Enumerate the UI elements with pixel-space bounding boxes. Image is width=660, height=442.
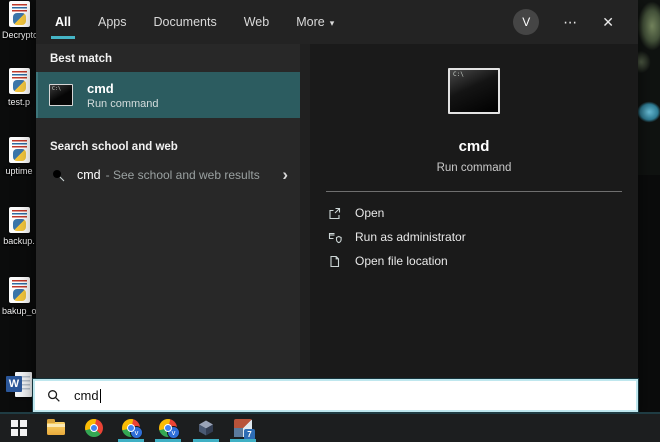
action-open[interactable]: Open [310, 201, 638, 225]
web-search-result[interactable]: cmd - See school and web results › [36, 160, 300, 190]
cmd-terminal-icon: C:\ [49, 84, 73, 106]
chrome-icon: v [159, 419, 180, 439]
preview-app-title: cmd [458, 138, 490, 155]
search-input[interactable]: cmd [32, 378, 639, 413]
taskbar-virtualbox[interactable] [196, 418, 216, 438]
search-icon [48, 389, 60, 402]
result-subtitle: Run command [87, 97, 159, 110]
python-logo-icon [12, 149, 26, 161]
desktop-icon-test[interactable]: test.p [2, 68, 36, 107]
tab-apps[interactable]: Apps [97, 12, 128, 32]
python-file-icon [8, 277, 30, 303]
python-file-icon [8, 1, 30, 27]
admin-shield-icon [328, 232, 342, 243]
search-icon [53, 169, 65, 181]
virtualbox-cube-icon [199, 420, 213, 436]
python-logo-icon [12, 13, 26, 25]
action-open-file-location[interactable]: Open file location [310, 249, 638, 273]
search-filter-bar: All Apps Documents Web More ▾ V ⋯ ✕ [36, 0, 638, 44]
desktop-icon-word-doc[interactable]: W [2, 372, 36, 399]
desktop-icon-label: backup. [3, 236, 35, 246]
chrome-icon: v [122, 419, 143, 439]
web-query-suffix: - See school and web results [105, 168, 260, 182]
taskbar-file-explorer[interactable] [46, 418, 66, 438]
word-file-icon: W [6, 372, 32, 399]
web-query-text: cmd [77, 168, 101, 182]
desktop-icon-label: Decrypto [2, 30, 36, 40]
tab-documents[interactable]: Documents [152, 12, 217, 32]
profile-badge: v [130, 426, 143, 439]
desktop-icon-uptime[interactable]: uptime [2, 137, 36, 176]
text-caret [99, 388, 101, 403]
taskbar: v v 7 [0, 412, 660, 442]
python-file-icon [8, 68, 30, 94]
taskbar-chrome[interactable] [84, 418, 104, 438]
close-icon[interactable]: ✕ [602, 14, 614, 31]
desktop-icon-bakup-o[interactable]: bakup_o [2, 277, 36, 316]
taskbar-chrome-profile-2[interactable]: v [158, 418, 180, 439]
windows-logo-icon [11, 420, 27, 436]
python-file-icon [8, 207, 30, 233]
folder-icon [47, 418, 65, 435]
panel-gap [300, 44, 310, 380]
action-run-as-administrator[interactable]: Run as administrator [310, 225, 638, 249]
python-logo-icon [12, 80, 26, 92]
search-query-text: cmd [74, 388, 99, 403]
result-title: cmd [87, 80, 114, 96]
profile-badge: v [167, 426, 180, 439]
tab-web[interactable]: Web [243, 12, 270, 32]
chevron-down-icon: ▾ [329, 18, 335, 28]
overflow-menu-icon[interactable]: ⋯ [563, 14, 578, 31]
taskbar-win7-app[interactable]: 7 [233, 418, 255, 440]
desktop-wallpaper-fragment [637, 0, 660, 175]
win7-app-icon: 7 [234, 419, 255, 440]
preview-divider [326, 191, 622, 192]
user-avatar[interactable]: V [513, 9, 540, 35]
header-controls: V ⋯ ✕ [513, 9, 638, 35]
web-search-header: Search school and web [50, 141, 178, 153]
python-logo-icon [12, 219, 26, 231]
open-icon [329, 207, 341, 219]
search-flyout: All Apps Documents Web More ▾ V ⋯ ✕ Best … [36, 0, 638, 412]
filter-tabs: All Apps Documents Web More ▾ [36, 12, 335, 39]
preview-app-subtitle: Run command [436, 162, 512, 174]
desktop-icon-label: test.p [7, 97, 30, 107]
python-logo-icon [12, 289, 26, 301]
preview-panel: C:\ cmd Run command Open Run as administ… [310, 44, 638, 380]
cmd-terminal-icon-large: C:\ [448, 68, 500, 114]
taskbar-chrome-profile-1[interactable]: v [121, 418, 143, 439]
open-file-location-icon [330, 255, 340, 267]
action-list: Open Run as administrator Open file loca… [310, 201, 638, 273]
start-button[interactable] [9, 418, 29, 438]
desktop-icon-label: uptime [5, 166, 33, 176]
desktop-icon-decrypto[interactable]: Decrypto [2, 1, 36, 40]
tab-more[interactable]: More ▾ [295, 12, 335, 32]
desktop-icon-label: bakup_o [2, 306, 36, 316]
python-file-icon [8, 137, 30, 163]
tab-all[interactable]: All [51, 12, 75, 39]
chrome-icon [85, 419, 103, 437]
best-match-result[interactable]: C:\ cmd Run command [36, 72, 300, 118]
results-panel: Best match C:\ cmd Run command Search sc… [36, 44, 300, 380]
best-match-header: Best match [50, 53, 112, 65]
chevron-right-icon[interactable]: › [282, 166, 288, 183]
desktop-icon-backup[interactable]: backup. [2, 207, 36, 246]
